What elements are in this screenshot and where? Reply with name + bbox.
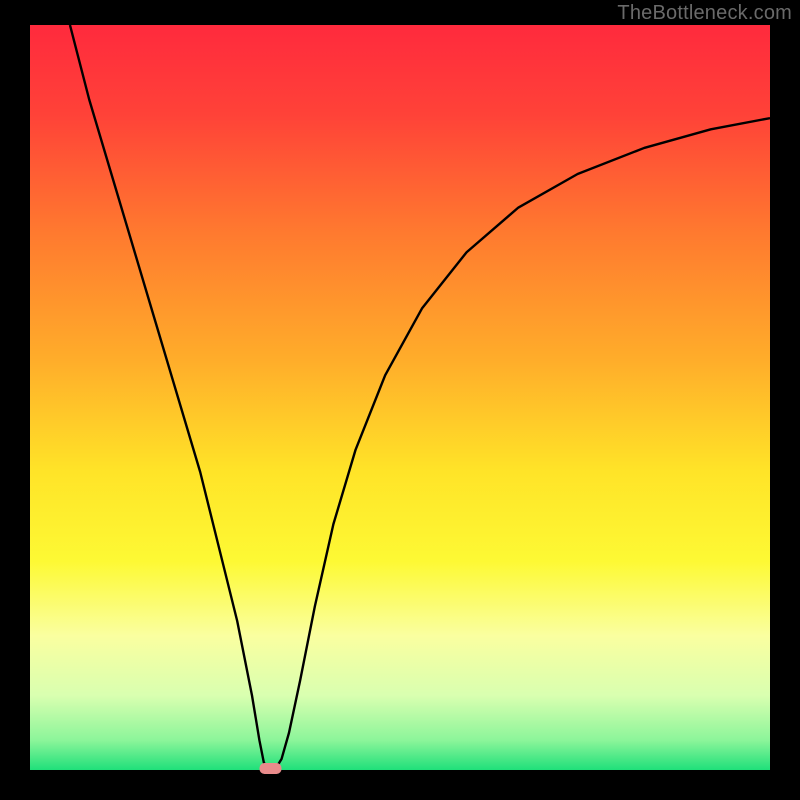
gradient-background [30, 25, 770, 770]
minimum-marker [260, 763, 282, 774]
chart-svg [0, 0, 800, 800]
bottleneck-chart: TheBottleneck.com [0, 0, 800, 800]
watermark-text: TheBottleneck.com [617, 2, 792, 25]
